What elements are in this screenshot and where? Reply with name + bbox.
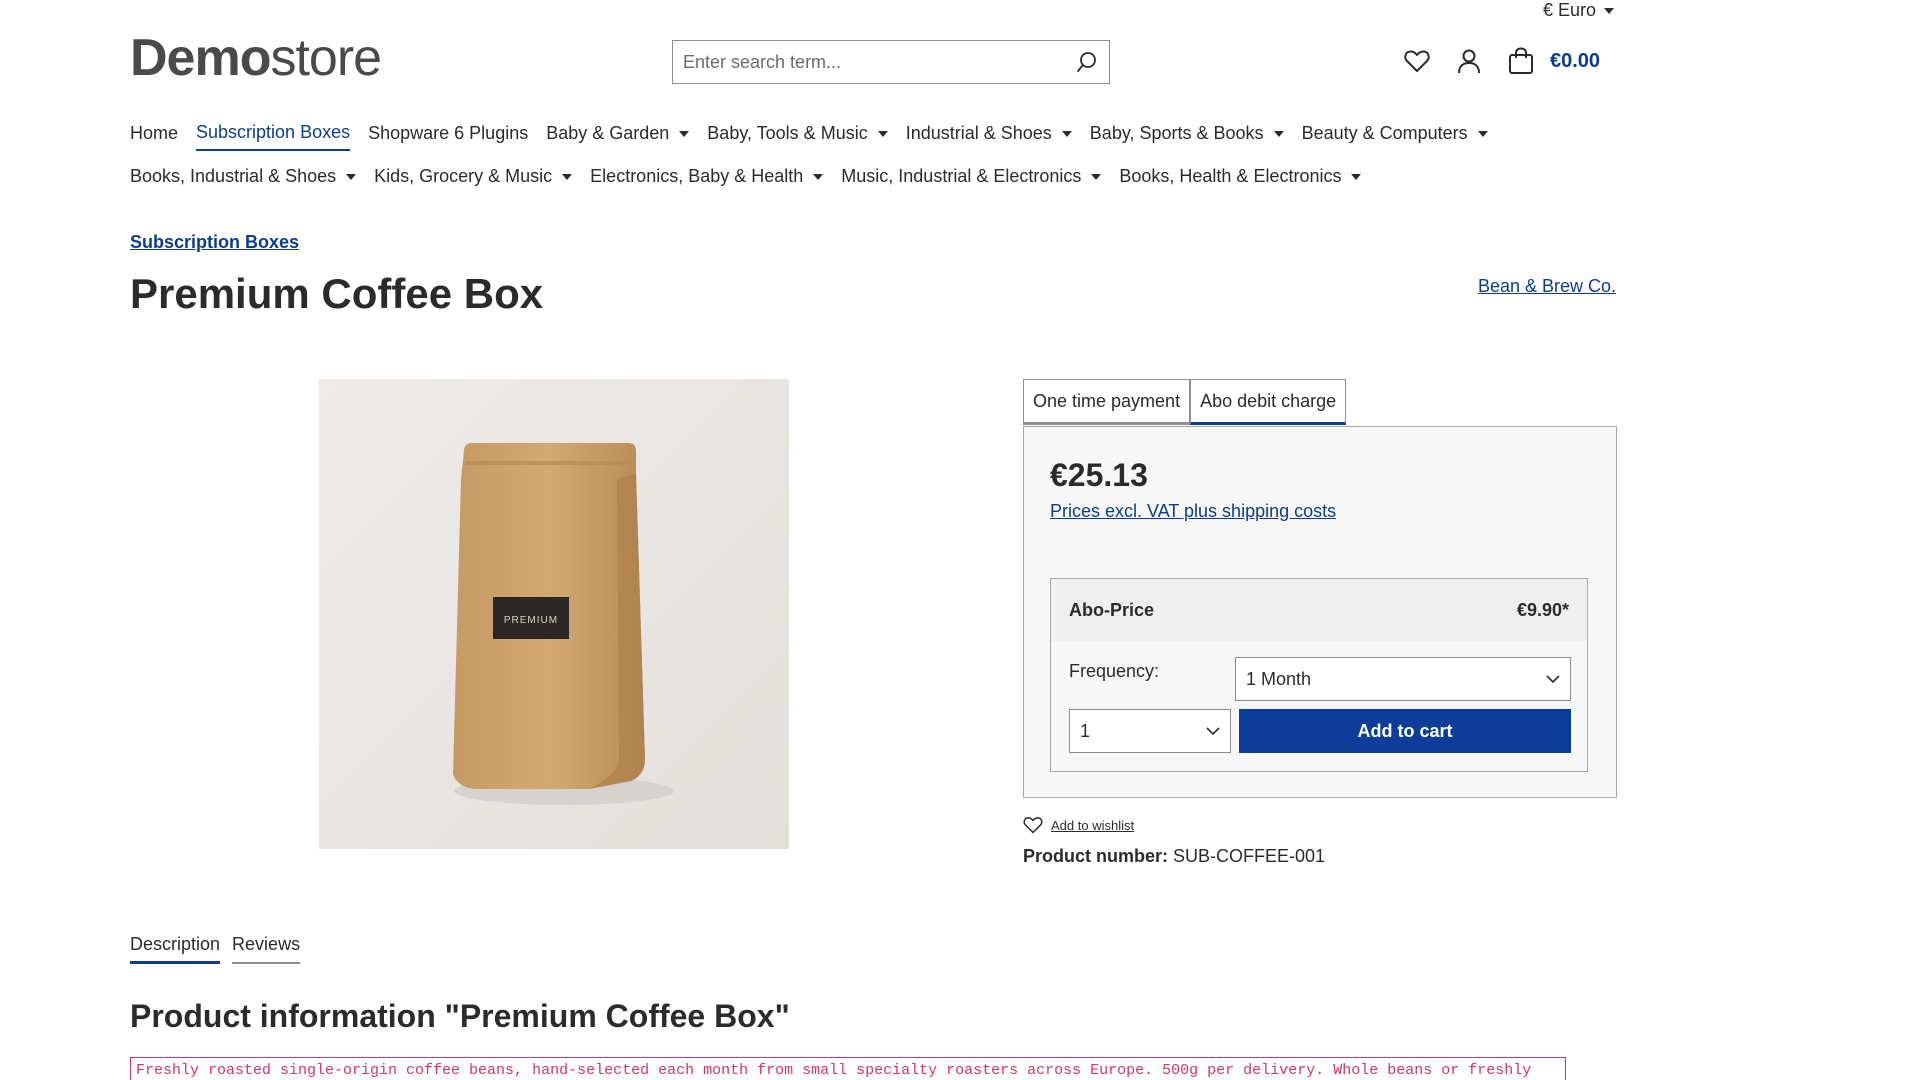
nav-item-books-industrial-shoes[interactable]: Books, Industrial & Shoes [130, 166, 357, 193]
caret-down-icon [562, 173, 573, 180]
caret-down-icon [877, 130, 888, 137]
product-number: Product number: SUB-COFFEE-001 [1023, 846, 1325, 867]
caret-down-icon [1273, 130, 1284, 137]
tab-one-time-payment[interactable]: One time payment [1023, 379, 1191, 425]
nav-item-electronics-baby-health[interactable]: Electronics, Baby & Health [590, 166, 824, 193]
bag-label-text: PREMIUM [504, 615, 558, 626]
product-number-label: Product number: [1023, 846, 1169, 866]
caret-down-icon [1061, 130, 1072, 137]
caret-down-icon [1351, 173, 1362, 180]
currency-selector[interactable]: € Euro [1543, 0, 1615, 21]
nav-label: Kids, Grocery & Music [374, 166, 553, 186]
nav-label: Books, Industrial & Shoes [130, 166, 337, 186]
product-description: Freshly roasted single-origin coffee bea… [130, 1057, 1566, 1080]
caret-down-icon [813, 173, 824, 180]
coffee-bag-image: PREMIUM [319, 379, 789, 849]
nav-label: Books, Health & Electronics [1119, 166, 1342, 186]
account-button[interactable] [1454, 44, 1484, 78]
nav-item-baby-sports-books[interactable]: Baby, Sports & Books [1090, 122, 1284, 151]
caret-down-icon [1604, 7, 1615, 14]
logo-light-text: store [270, 29, 382, 87]
abo-price-label: Abo-Price [1069, 599, 1155, 620]
nav-item-industrial-shoes[interactable]: Industrial & Shoes [906, 122, 1072, 151]
tab-description[interactable]: Description [130, 934, 221, 964]
nav-item-subscription-boxes[interactable]: Subscription Boxes [196, 122, 351, 151]
caret-down-icon [679, 130, 690, 137]
abo-panel: Abo-Price €9.90* Frequency: 1 Month 1 Ad… [1050, 578, 1588, 772]
detail-tabs: Description Reviews [130, 934, 301, 964]
nav-item-books-health-electronics[interactable]: Books, Health & Electronics [1119, 166, 1362, 193]
nav-item-music-industrial-electronics[interactable]: Music, Industrial & Electronics [841, 166, 1102, 193]
header-actions: €0.00 [1402, 44, 1600, 78]
chevron-down-icon [1546, 674, 1560, 683]
chevron-down-icon [1206, 726, 1220, 735]
nav-label: Baby, Sports & Books [1089, 123, 1264, 143]
product-image[interactable]: PREMIUM [319, 379, 789, 849]
wishlist-label: Add to wishlist [1051, 817, 1135, 833]
product-price: €25.13 [1050, 457, 1148, 493]
quantity-value: 1 [1080, 720, 1091, 741]
logo-bold-text: Demo [130, 29, 271, 87]
nav-label: Subscription Boxes [196, 122, 351, 142]
caret-down-icon [1477, 130, 1488, 137]
nav-item-home[interactable]: Home [130, 122, 178, 151]
frequency-select[interactable]: 1 Month [1235, 657, 1571, 701]
search-button[interactable] [1065, 41, 1109, 83]
nav-label: Baby, Tools & Music [707, 123, 868, 143]
abo-price-header: Abo-Price €9.90* [1051, 579, 1587, 641]
add-to-wishlist-link[interactable]: Add to wishlist [1023, 816, 1134, 834]
tab-reviews[interactable]: Reviews [232, 934, 301, 964]
frequency-label: Frequency: [1069, 661, 1160, 681]
manufacturer-link[interactable]: Bean & Brew Co. [1478, 276, 1616, 297]
add-to-cart-button[interactable]: Add to cart [1239, 709, 1571, 753]
caret-down-icon [1091, 173, 1102, 180]
nav-item-baby-garden[interactable]: Baby & Garden [546, 122, 690, 151]
nav-label: Industrial & Shoes [905, 123, 1052, 143]
bag-icon [1509, 47, 1533, 74]
abo-price-value: €9.90* [1516, 599, 1569, 620]
nav-label: Shopware 6 Plugins [368, 123, 529, 143]
product-info-title: Product information "Premium Coffee Box" [130, 998, 790, 1034]
cart-button[interactable] [1506, 44, 1536, 78]
cart-total[interactable]: €0.00 [1550, 50, 1600, 73]
nav-label: Home [130, 123, 179, 143]
search-input[interactable] [673, 41, 1065, 83]
buy-box: €25.13 Prices excl. VAT plus shipping co… [1023, 426, 1617, 798]
user-icon [1458, 49, 1480, 74]
purchase-type-tabs: One time payment Abo debit charge [1023, 379, 1347, 425]
frequency-value: 1 Month [1246, 668, 1312, 689]
nav-label: Music, Industrial & Electronics [841, 166, 1082, 186]
currency-label: € Euro [1543, 0, 1597, 20]
quantity-select[interactable]: 1 [1069, 709, 1231, 753]
nav-label: Electronics, Baby & Health [590, 166, 804, 186]
search-bar [672, 40, 1110, 84]
nav-label: Beauty & Computers [1301, 123, 1468, 143]
wishlist-header-button[interactable] [1402, 44, 1432, 78]
nav-label: Baby & Garden [546, 123, 670, 143]
tab-abo-debit-charge[interactable]: Abo debit charge [1190, 379, 1347, 425]
heart-icon [1404, 50, 1430, 72]
caret-down-icon [346, 173, 357, 180]
breadcrumb[interactable]: Subscription Boxes [130, 232, 299, 253]
store-logo[interactable]: Demostore [130, 29, 382, 87]
heart-icon [1023, 817, 1043, 834]
main-navigation-row-1: Home Subscription Boxes Shopware 6 Plugi… [130, 122, 1920, 151]
page-title: Premium Coffee Box [130, 270, 544, 317]
search-icon [1077, 52, 1096, 72]
nav-item-shopware-plugins[interactable]: Shopware 6 Plugins [368, 122, 528, 151]
nav-item-baby-tools-music[interactable]: Baby, Tools & Music [707, 122, 888, 151]
nav-item-kids-grocery-music[interactable]: Kids, Grocery & Music [374, 166, 573, 193]
abo-options: Frequency: 1 Month 1 Add to cart [1051, 641, 1587, 771]
nav-item-beauty-computers[interactable]: Beauty & Computers [1302, 122, 1488, 151]
product-number-value: SUB-COFFEE-001 [1173, 846, 1326, 866]
main-navigation-row-2: Books, Industrial & Shoes Kids, Grocery … [130, 166, 1920, 193]
vat-shipping-link[interactable]: Prices excl. VAT plus shipping costs [1050, 501, 1336, 522]
